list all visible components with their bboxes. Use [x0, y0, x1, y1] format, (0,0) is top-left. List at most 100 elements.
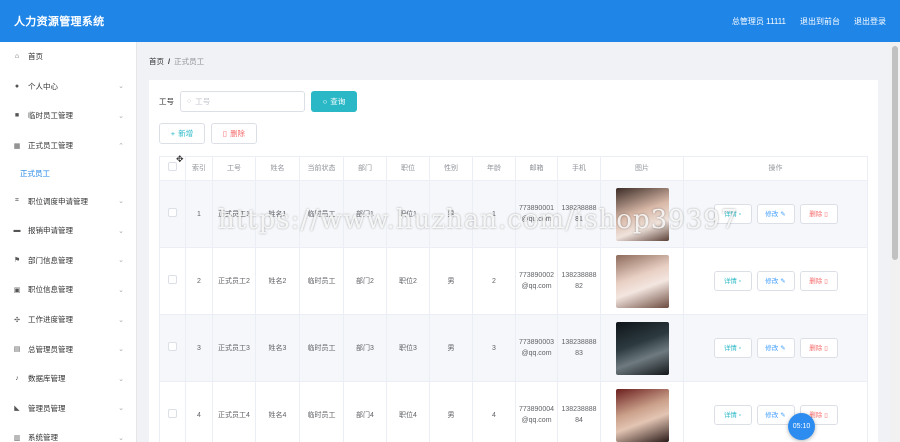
delete-button[interactable]: ▯ 删除 — [211, 123, 257, 144]
back-to-front-link[interactable]: 退出到前台 — [800, 16, 840, 27]
cell-phone: 13823888884 — [557, 381, 601, 442]
sidebar-item-label: 首页 — [28, 52, 43, 62]
employee-photo[interactable] — [615, 321, 669, 375]
sidebar-item-super-admin[interactable]: ▤ 总管理员管理 ⌄ — [0, 334, 136, 364]
chevron-up-icon: ⌃ — [118, 142, 124, 150]
pencil-icon: ✎ — [780, 210, 786, 218]
employee-photo[interactable] — [615, 187, 669, 241]
pencil-icon: ✎ — [780, 277, 786, 285]
remove-label: 删除 — [809, 344, 823, 352]
sidebar-item-label: 总管理员管理 — [28, 344, 73, 354]
cell-email: 773890004@qq.com — [515, 381, 558, 442]
sidebar-item-label: 职位信息管理 — [28, 285, 73, 295]
trash-icon: ▯ — [824, 210, 828, 218]
detail-label: 详情 — [723, 277, 737, 285]
sidebar-item-admin[interactable]: ◣ 管理员管理 ⌄ — [0, 394, 136, 424]
row-checkbox[interactable] — [168, 408, 177, 418]
thumb-icon: ◣ — [14, 405, 20, 413]
sidebar-item-personal-center[interactable]: ● 个人中心 ⌄ — [0, 72, 136, 102]
sidebar-item-label: 数据库管理 — [28, 374, 66, 384]
sidebar-item-system[interactable]: ▥ 系统管理 ⌄ — [0, 423, 136, 442]
timer-badge[interactable]: 05:10 — [788, 413, 815, 440]
edit-button[interactable]: 修改 ✎ — [756, 204, 795, 224]
scrollbar-thumb[interactable] — [892, 46, 898, 260]
breadcrumb-separator: / — [168, 57, 171, 66]
logout-link[interactable]: 退出登录 — [854, 16, 886, 27]
chevron-down-icon: ⌄ — [118, 83, 124, 91]
document-icon: ▫ — [738, 344, 742, 352]
breadcrumb-home[interactable]: 首页 — [149, 57, 164, 66]
edit-label: 修改 — [765, 210, 779, 218]
cell-position: 职位3 — [386, 314, 430, 382]
sidebar-item-work-progress[interactable]: ✣ 工作进度管理 ⌄ — [0, 305, 136, 335]
sidebar-item-label: 个人中心 — [28, 81, 58, 91]
remove-button[interactable]: 删除 ▯ — [799, 338, 838, 358]
remove-button[interactable]: 删除 ▯ — [799, 204, 838, 224]
cell-dept: 部门2 — [343, 247, 387, 315]
detail-label: 详情 — [723, 210, 737, 218]
cell-job-no: 正式员工2 — [212, 247, 256, 315]
detail-button[interactable]: 详情 ▫ — [713, 204, 752, 224]
cell-job-no: 正式员工3 — [212, 314, 256, 382]
row-checkbox[interactable] — [168, 341, 177, 351]
detail-button[interactable]: 详情 ▫ — [713, 338, 752, 358]
column-header: 索引 — [185, 156, 213, 181]
employee-photo[interactable] — [615, 388, 669, 442]
table-row: 4 正式员工4 姓名4 临时员工 部门4 职位4 男 4 773890004@q… — [159, 381, 868, 442]
page-scrollbar[interactable] — [890, 42, 900, 442]
detail-button[interactable]: 详情 ▫ — [713, 271, 752, 291]
sidebar-item-position-info[interactable]: ▣ 职位信息管理 ⌄ — [0, 275, 136, 305]
column-header: 性别 — [429, 156, 473, 181]
sidebar-item-label: 正式员工管理 — [28, 141, 73, 151]
sidebar-item-database[interactable]: ♪ 数据库管理 ⌄ — [0, 364, 136, 394]
chevron-down-icon: ⌄ — [118, 346, 124, 354]
resize-cursor-icon: ✥ — [176, 154, 184, 164]
column-header: 当前状态 — [299, 156, 344, 181]
cell-status: 临时员工 — [299, 247, 344, 315]
app-title: 人力资源管理系统 — [14, 16, 105, 28]
sidebar-item-temp-staff[interactable]: ■ 临时员工管理 ⌄ — [0, 101, 136, 131]
edit-button[interactable]: 修改 ✎ — [756, 271, 795, 291]
sidebar-item-label: 职位调度申请管理 — [28, 196, 88, 206]
cell-phone: 13823888881 — [557, 180, 601, 248]
sidebar-item-reimbursement[interactable]: ▬ 报销申请管理 ⌄ — [0, 216, 136, 246]
cell-position: 职位1 — [386, 180, 430, 248]
cell-phone: 13823888883 — [557, 314, 601, 382]
query-button[interactable]: ○ 查询 — [311, 91, 357, 112]
sidebar-subitem-formal-staff[interactable]: 正式员工 — [0, 160, 136, 186]
remove-label: 删除 — [809, 277, 823, 285]
sidebar-item-home[interactable]: ⌂ 首页 — [0, 42, 136, 72]
add-button[interactable]: + 新增 — [159, 123, 205, 144]
row-checkbox[interactable] — [168, 274, 177, 284]
chevron-down-icon: ⌄ — [118, 434, 124, 442]
cell-gender: 男 — [429, 247, 473, 315]
row-checkbox[interactable] — [168, 207, 177, 217]
cell-email: 773890002@qq.com — [515, 247, 558, 315]
detail-button[interactable]: 详情 ▫ — [713, 405, 752, 425]
employee-photo[interactable] — [615, 254, 669, 308]
mic-icon: ♪ — [15, 375, 19, 383]
crop-icon: ⌗ — [15, 197, 19, 205]
edit-button[interactable]: 修改 ✎ — [756, 338, 795, 358]
chevron-down-icon: ⌄ — [118, 405, 124, 413]
cell-photo — [600, 180, 684, 248]
remove-button[interactable]: 删除 ▯ — [799, 271, 838, 291]
cell-job-no: 正式员工1 — [212, 180, 256, 248]
cell-photo — [600, 314, 684, 382]
table-row: 2 正式员工2 姓名2 临时员工 部门2 职位2 男 2 773890002@q… — [159, 247, 868, 315]
remove-label: 删除 — [809, 210, 823, 218]
sidebar: ⌂ 首页 ● 个人中心 ⌄ ■ 临时员工管理 ⌄ ▦ 正式员工管理 ⌃ 正式员工… — [0, 42, 137, 442]
sidebar-item-position-transfer[interactable]: ⌗ 职位调度申请管理 ⌄ — [0, 186, 136, 216]
cell-index: 3 — [185, 314, 213, 382]
detail-label: 详情 — [723, 411, 737, 419]
cell-index: 4 — [185, 381, 213, 442]
query-button-label: 查询 — [330, 97, 346, 106]
user-icon: ● — [14, 82, 20, 90]
pencil-icon: ✎ — [780, 344, 786, 352]
chevron-down-icon: ⌄ — [118, 316, 124, 324]
sidebar-item-formal-staff[interactable]: ▦ 正式员工管理 ⌃ — [0, 131, 136, 161]
search-label: 工号 — [159, 97, 174, 106]
search-input[interactable]: ○ 工号 — [180, 91, 305, 112]
staff-table: 索引 工号 姓名 当前状态 部门 职位 性别 年龄 邮箱 手机 图片 操作 1 … — [159, 156, 868, 442]
sidebar-item-department[interactable]: ⚑ 部门信息管理 ⌄ — [0, 246, 136, 276]
